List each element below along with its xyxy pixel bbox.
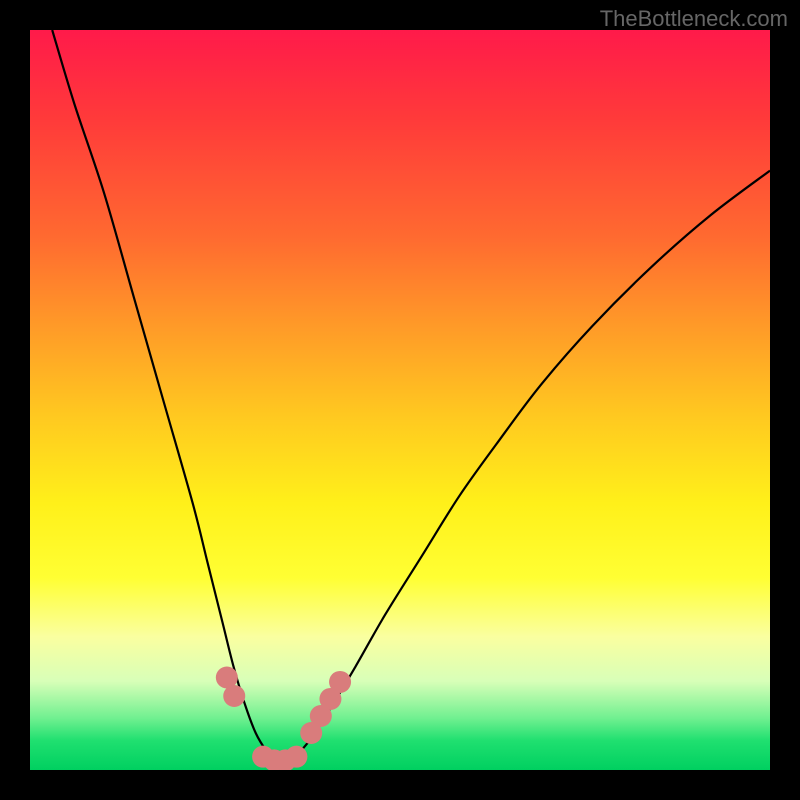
- curve-svg: [30, 30, 770, 770]
- marker-dot: [285, 746, 307, 768]
- plot-area: [30, 30, 770, 770]
- marker-group: [216, 667, 351, 771]
- marker-dot: [223, 685, 245, 707]
- bottleneck-curve: [52, 30, 770, 761]
- watermark-text: TheBottleneck.com: [600, 6, 788, 32]
- marker-dot: [329, 671, 351, 693]
